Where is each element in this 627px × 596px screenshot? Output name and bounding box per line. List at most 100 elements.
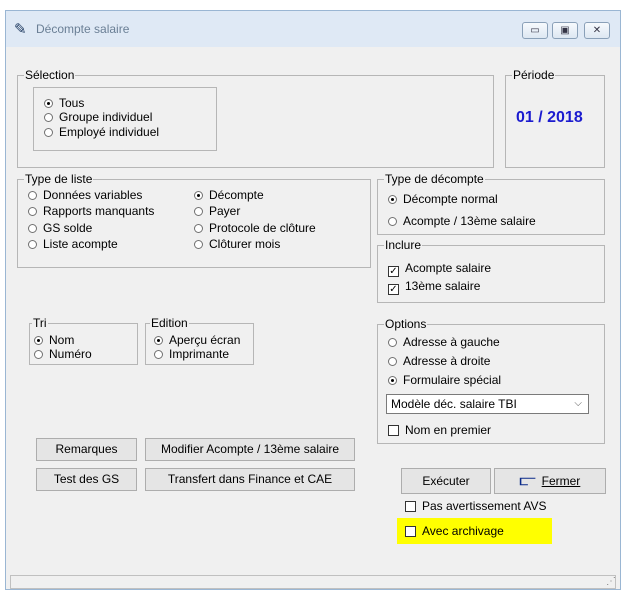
radio-apercu-ecran[interactable]: Aperçu écran [154, 333, 240, 347]
radio-circle[interactable] [28, 240, 37, 249]
fermer-label: Fermer [541, 474, 581, 488]
radio-circle[interactable] [194, 191, 203, 200]
checkbox-nom-en-premier[interactable]: Nom en premier [388, 423, 491, 437]
modifier-acompte-button[interactable]: Modifier Acompte / 13ème salaire [145, 438, 355, 461]
edition-group-title: Edition [150, 316, 189, 330]
archivage-highlight: Avec archivage [397, 518, 552, 544]
inclure-group-title: Inclure [384, 238, 423, 252]
title-bar[interactable]: ✎ Décompte salaire ▭ ▣ ✕ [6, 11, 620, 47]
remarques-button[interactable]: Remarques [36, 438, 137, 461]
resize-grip-icon[interactable]: ⋰ [606, 576, 616, 587]
checkbox-13eme-salaire[interactable]: ✓ 13ème salaire [388, 279, 480, 295]
selection-options-box: Tous Groupe individuel Employé individue… [33, 87, 217, 151]
options-group: Options Adresse à gauche Adresse à droit… [377, 317, 605, 444]
periode-group-title: Période [512, 68, 556, 82]
radio-liste-acompte[interactable]: Liste acompte [28, 237, 118, 251]
radio-circle[interactable] [44, 113, 53, 122]
fermer-button[interactable]: ⫍ Fermer [494, 468, 606, 494]
radio-circle[interactable] [44, 99, 53, 108]
radio-cloturer-mois[interactable]: Clôturer mois [194, 237, 280, 251]
radio-label: Décompte [209, 188, 264, 202]
radio-numero[interactable]: Numéro [34, 347, 92, 361]
radio-formulaire-special[interactable]: Formulaire spécial [388, 373, 501, 387]
radio-circle[interactable] [44, 128, 53, 137]
radio-label: Rapports manquants [43, 204, 155, 218]
type-decompte-group: Type de décompte Décompte normal Acompte… [377, 172, 605, 235]
radio-label: Aperçu écran [169, 333, 241, 347]
radio-circle[interactable] [388, 357, 397, 366]
radio-nom[interactable]: Nom [34, 333, 74, 347]
radio-circle[interactable] [388, 376, 397, 385]
radio-circle[interactable] [34, 336, 43, 345]
radio-circle[interactable] [28, 207, 37, 216]
maximize-button[interactable]: ▣ [552, 22, 578, 39]
test-gs-button[interactable]: Test des GS [36, 468, 137, 491]
radio-label: Tous [59, 96, 85, 110]
tri-group: Tri Nom Numéro [29, 316, 138, 365]
radio-circle[interactable] [194, 240, 203, 249]
checkbox-label: Avec archivage [422, 524, 504, 538]
radio-label: Nom [49, 333, 75, 347]
type-decompte-group-title: Type de décompte [384, 172, 485, 186]
radio-label: Formulaire spécial [403, 373, 502, 387]
checkbox-box[interactable] [405, 501, 416, 512]
minimize-button[interactable]: ▭ [522, 22, 548, 39]
executer-button[interactable]: Exécuter [401, 468, 491, 494]
radio-circle[interactable] [154, 336, 163, 345]
radio-circle[interactable] [388, 338, 397, 347]
modele-dropdown[interactable]: Modèle déc. salaire TBI ⌵ [386, 394, 589, 414]
radio-adresse-droite[interactable]: Adresse à droite [388, 354, 490, 368]
radio-donnees-variables[interactable]: Données variables [28, 188, 142, 202]
radio-adresse-gauche[interactable]: Adresse à gauche [388, 335, 500, 349]
periode-group: Période 01 / 2018 [505, 68, 605, 168]
type-liste-group: Type de liste Données variables Rapports… [17, 172, 371, 268]
radio-protocole-cloture[interactable]: Protocole de clôture [194, 221, 316, 235]
radio-groupe-individuel[interactable]: Groupe individuel [44, 110, 152, 124]
selection-group: Sélection Tous Groupe individuel Employé… [17, 68, 494, 168]
radio-acompte-13eme[interactable]: Acompte / 13ème salaire [388, 214, 536, 228]
radio-label: GS solde [43, 221, 93, 235]
radio-tous[interactable]: Tous [44, 96, 84, 110]
radio-circle[interactable] [154, 350, 163, 359]
radio-rapports-manquants[interactable]: Rapports manquants [28, 204, 154, 218]
radio-circle[interactable] [388, 195, 397, 204]
window: ✎ Décompte salaire ▭ ▣ ✕ Sélection Tous … [5, 10, 621, 590]
checkbox-avec-archivage[interactable]: Avec archivage [405, 524, 504, 538]
edition-group: Edition Aperçu écran Imprimante [145, 316, 254, 365]
dropdown-value: Modèle déc. salaire TBI [391, 397, 517, 411]
radio-label: Groupe individuel [59, 110, 153, 124]
close-button[interactable]: ✕ [584, 22, 610, 39]
checkbox-box[interactable] [405, 526, 416, 537]
radio-label: Adresse à droite [403, 354, 491, 368]
checkbox-label: 13ème salaire [405, 279, 481, 293]
chevron-down-icon[interactable]: ⌵ [574, 395, 582, 413]
checkbox-pas-avertissement-avs[interactable]: Pas avertissement AVS [405, 499, 547, 513]
radio-circle[interactable] [28, 191, 37, 200]
radio-gs-solde[interactable]: GS solde [28, 221, 92, 235]
checkbox-box[interactable]: ✓ [388, 284, 399, 295]
transfert-finance-button[interactable]: Transfert dans Finance et CAE [145, 468, 355, 491]
radio-circle[interactable] [388, 217, 397, 226]
radio-employe-individuel[interactable]: Employé individuel [44, 125, 159, 139]
radio-label: Décompte normal [403, 192, 498, 206]
checkbox-box[interactable]: ✓ [388, 266, 399, 277]
radio-decompte-normal[interactable]: Décompte normal [388, 192, 498, 206]
checkbox-box[interactable] [388, 425, 399, 436]
radio-decompte[interactable]: Décompte [194, 188, 264, 202]
app-icon: ✎ [14, 21, 27, 38]
periode-value: 01 / 2018 [516, 109, 583, 126]
radio-label: Numéro [49, 347, 92, 361]
checkbox-label: Acompte salaire [405, 261, 492, 275]
checkbox-acompte-salaire[interactable]: ✓ Acompte salaire [388, 261, 491, 277]
radio-circle[interactable] [34, 350, 43, 359]
radio-circle[interactable] [194, 207, 203, 216]
inclure-group: Inclure ✓ Acompte salaire ✓ 13ème salaire [377, 238, 605, 303]
checkbox-label: Pas avertissement AVS [422, 499, 547, 513]
radio-label: Imprimante [169, 347, 230, 361]
tri-group-title: Tri [32, 316, 48, 330]
radio-circle[interactable] [194, 224, 203, 233]
radio-circle[interactable] [28, 224, 37, 233]
type-liste-group-title: Type de liste [24, 172, 94, 186]
radio-imprimante[interactable]: Imprimante [154, 347, 229, 361]
radio-payer[interactable]: Payer [194, 204, 240, 218]
